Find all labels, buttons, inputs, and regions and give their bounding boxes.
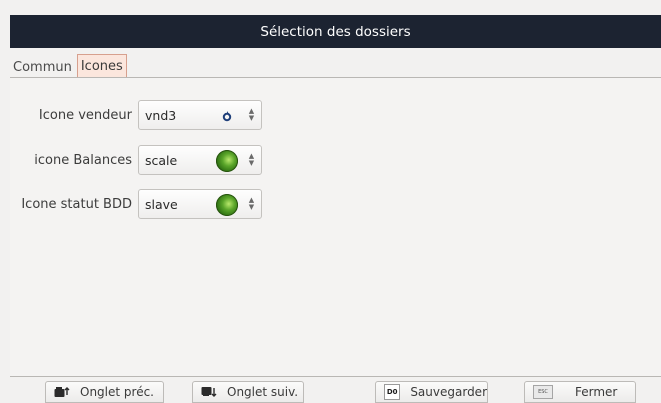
save-button[interactable]: D0 Sauvegarder <box>375 381 488 403</box>
green-ball-icon <box>215 149 239 173</box>
close-button[interactable]: ESC Fermer <box>524 381 636 403</box>
prev-tab-button[interactable]: Onglet préc. <box>45 381 164 403</box>
field-label-icone-statut-bdd: Icone statut BDD <box>21 196 132 212</box>
tab-icones[interactable]: Icones <box>76 54 127 78</box>
close-icon-text: ESC <box>538 389 548 395</box>
green-ball-icon <box>215 193 239 217</box>
icone-statut-bdd-spinbox[interactable]: slave ▲ ▼ <box>138 189 262 219</box>
field-label-icone-vendeur: Icone vendeur <box>38 107 132 123</box>
button-bar: Onglet préc. Onglet suiv. D0 Sauvegarder… <box>0 381 661 403</box>
tab-panel-icones: Icone vendeur vnd3 ▲ ▼ icone Balances sca… <box>10 77 661 377</box>
save-icon-text: D0 <box>386 388 398 396</box>
close-label: Fermer <box>575 385 618 399</box>
small-vendor-icon <box>215 104 239 128</box>
save-label: Sauvegarder <box>410 385 487 399</box>
icone-vendeur-value: vnd3 <box>145 107 177 123</box>
field-row-icone-balances: icone Balances scale ▲ ▼ <box>10 145 262 175</box>
icone-vendeur-spin-arrows-icon[interactable]: ▲ ▼ <box>248 107 255 123</box>
tab-commun-label: Commun <box>13 59 72 75</box>
field-label-icone-balances: icone Balances <box>34 152 132 168</box>
tab-commun[interactable]: Commun <box>10 56 75 78</box>
tab-icones-label: Icones <box>80 59 123 74</box>
field-row-icone-statut-bdd: Icone statut BDD slave ▲ ▼ <box>10 189 262 219</box>
prev-tab-label: Onglet préc. <box>80 385 154 399</box>
tab-next-icon <box>201 386 217 398</box>
icone-balances-spinbox[interactable]: scale ▲ ▼ <box>138 145 262 175</box>
window-title: Sélection des dossiers <box>260 23 411 40</box>
icone-vendeur-spinbox[interactable]: vnd3 ▲ ▼ <box>138 100 262 130</box>
icone-balances-value: scale <box>145 152 178 168</box>
next-tab-button[interactable]: Onglet suiv. <box>192 381 304 403</box>
field-row-icone-vendeur: Icone vendeur vnd3 ▲ ▼ <box>10 100 262 130</box>
next-tab-label: Onglet suiv. <box>227 385 299 399</box>
window-titlebar: Sélection des dossiers <box>10 15 661 48</box>
icone-statut-bdd-value: slave <box>145 196 178 212</box>
escape-key-icon: ESC <box>533 385 553 399</box>
tab-bar: Commun Icones <box>10 52 127 78</box>
save-d0-icon: D0 <box>384 384 401 400</box>
tab-prev-icon <box>54 386 70 398</box>
icone-balances-spin-arrows-icon[interactable]: ▲ ▼ <box>248 152 255 168</box>
icone-statut-bdd-spin-arrows-icon[interactable]: ▲ ▼ <box>248 196 255 212</box>
